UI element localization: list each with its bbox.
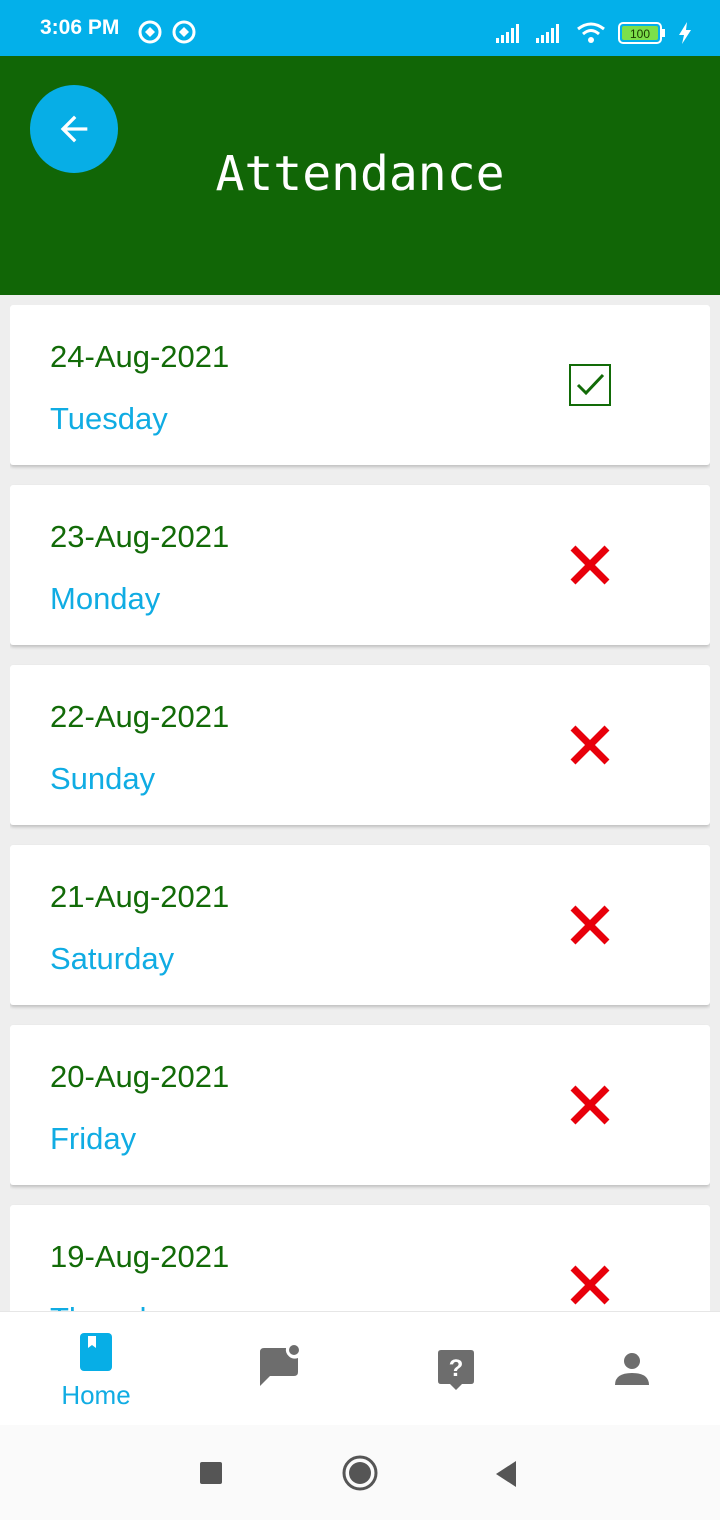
home-icon[interactable] [341, 1454, 379, 1492]
nav-item-chat[interactable] [190, 1312, 370, 1425]
help-icon: ? [438, 1350, 474, 1390]
back-icon[interactable] [494, 1460, 518, 1488]
attendance-card[interactable]: 21-Aug-2021 Saturday [10, 845, 710, 1005]
attendance-date: 20-Aug-2021 [50, 1059, 230, 1094]
recents-icon[interactable] [199, 1461, 223, 1485]
nav-label-home: Home [61, 1380, 131, 1410]
attendance-date: 22-Aug-2021 [50, 699, 230, 734]
attendance-list[interactable]: 24-Aug-2021 Tuesday 23-Aug-2021 Monday 2… [10, 305, 710, 1311]
status-right-icons: 100 [496, 22, 692, 44]
nav-item-help[interactable]: ? [366, 1312, 546, 1425]
chat-icon [260, 1345, 299, 1386]
status-bar: 3:06 PM 100 [0, 0, 720, 56]
profile-icon [615, 1353, 649, 1385]
attendance-day: Friday [50, 1121, 137, 1156]
battery-level: 100 [630, 27, 650, 41]
charging-icon [679, 22, 691, 44]
attendance-date: 19-Aug-2021 [50, 1239, 230, 1274]
attendance-day: Thursday [50, 1301, 179, 1311]
nav-item-profile[interactable] [542, 1312, 720, 1425]
signal-icon [536, 24, 559, 43]
attendance-day: Sunday [50, 761, 156, 796]
attendance-card[interactable]: 24-Aug-2021 Tuesday [10, 305, 710, 465]
absent-cross-icon [570, 545, 610, 585]
wifi-icon [577, 22, 605, 43]
arrow-left-icon [60, 115, 88, 143]
absent-cross-icon [570, 1085, 610, 1125]
absent-cross-icon [570, 725, 610, 765]
page-title: Attendance [215, 146, 505, 202]
attendance-day: Saturday [50, 941, 175, 976]
absent-cross-icon [570, 905, 610, 945]
bottom-navigation: Home ? [0, 1311, 720, 1426]
present-checkbox-icon [569, 364, 611, 406]
attendance-card[interactable]: 19-Aug-2021 Thursday [10, 1205, 710, 1311]
notification-icon [172, 20, 196, 44]
battery-icon: 100 [618, 22, 665, 44]
attendance-card[interactable]: 22-Aug-2021 Sunday [10, 665, 710, 825]
attendance-date: 24-Aug-2021 [50, 339, 230, 374]
notification-icon [138, 20, 162, 44]
absent-cross-icon [570, 1265, 610, 1305]
svg-text:?: ? [449, 1355, 464, 1382]
system-navigation-bar [0, 1425, 720, 1520]
signal-icon [496, 24, 519, 43]
book-icon [80, 1333, 112, 1371]
status-time: 3:06 PM [40, 16, 120, 39]
attendance-date: 23-Aug-2021 [50, 519, 230, 554]
attendance-card[interactable]: 20-Aug-2021 Friday [10, 1025, 710, 1185]
status-left-icons [138, 20, 196, 44]
attendance-date: 21-Aug-2021 [50, 879, 230, 914]
attendance-day: Tuesday [50, 401, 168, 436]
attendance-day: Monday [50, 581, 161, 616]
app-header: Attendance [0, 56, 720, 295]
attendance-card[interactable]: 23-Aug-2021 Monday [10, 485, 710, 645]
nav-item-home[interactable]: Home [6, 1312, 186, 1425]
